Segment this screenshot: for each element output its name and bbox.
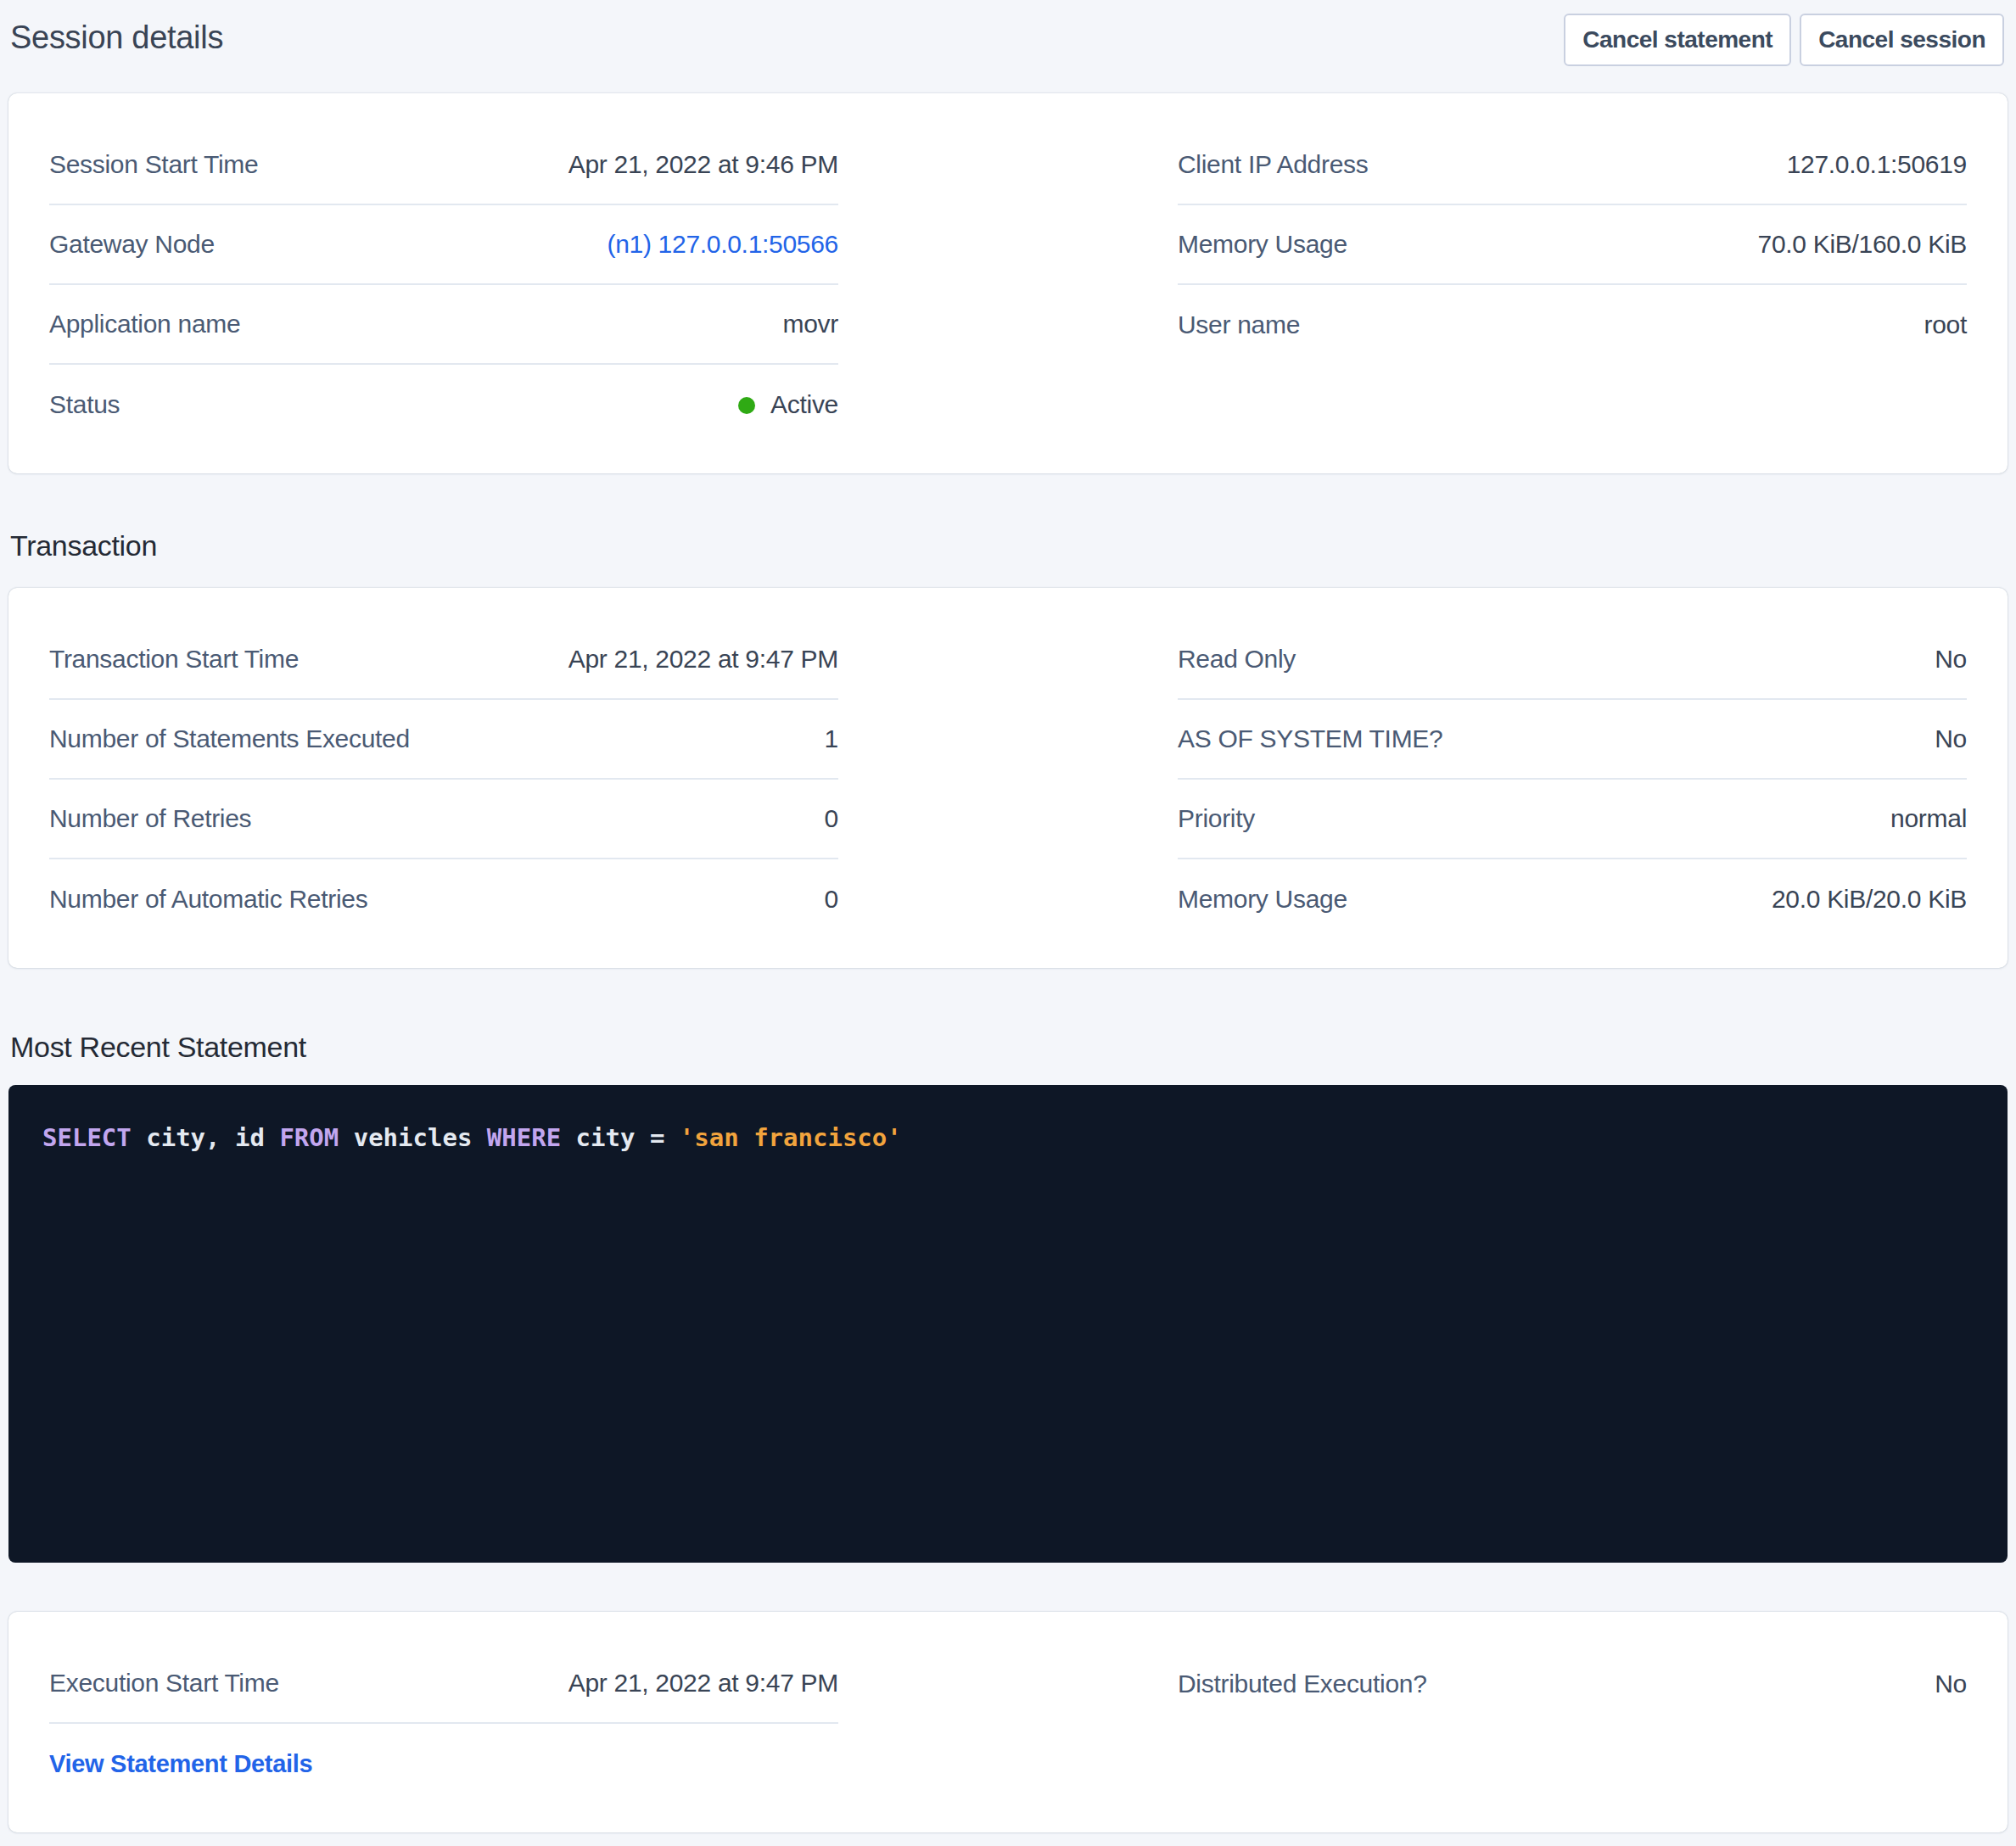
cancel-statement-button[interactable]: Cancel statement (1564, 14, 1791, 66)
summary-row: Session Start Time Apr 21, 2022 at 9:46 P… (49, 126, 838, 205)
row-value: Apr 21, 2022 at 9:47 PM (568, 1669, 838, 1698)
summary-row: AS OF SYSTEM TIME? No (1178, 700, 1967, 780)
row-value: No (1935, 724, 1967, 753)
row-label: AS OF SYSTEM TIME? (1178, 724, 1442, 753)
row-value: root (1924, 310, 1968, 339)
row-value: No (1935, 645, 1967, 674)
row-label: Client IP Address (1178, 150, 1368, 179)
summary-row: Memory Usage 20.0 KiB/20.0 KiB (1178, 859, 1967, 939)
cancel-session-button[interactable]: Cancel session (1800, 14, 2004, 66)
summary-row: Priority normal (1178, 780, 1967, 859)
row-value: 0 (825, 804, 838, 833)
sql-token-id: city = (561, 1123, 680, 1152)
row-label: Transaction Start Time (49, 645, 299, 674)
page-header: Session details Cancel statement Cancel … (8, 14, 2008, 66)
row-value: 127.0.0.1:50619 (1787, 150, 1967, 179)
session-card-right-column: Client IP Address 127.0.0.1:50619 Memory U… (1178, 126, 1967, 445)
transaction-card-right-column: Read Only No AS OF SYSTEM TIME? No Priority n… (1178, 620, 1967, 939)
session-card-grid: Session Start Time Apr 21, 2022 at 9:46 P… (8, 93, 2008, 473)
row-label: Memory Usage (1178, 885, 1347, 914)
summary-row: User name root (1178, 285, 1967, 365)
transaction-card-grid: Transaction Start Time Apr 21, 2022 at 9:… (8, 588, 2008, 968)
summary-row: Application name movr (49, 285, 838, 365)
session-details-page: Session details Cancel statement Cancel … (0, 0, 2016, 1832)
status-text: Active (770, 390, 838, 418)
row-value: Apr 21, 2022 at 9:46 PM (568, 150, 838, 179)
transaction-heading: Transaction (10, 529, 2008, 562)
row-label: Distributed Execution? (1178, 1670, 1427, 1698)
row-label: Read Only (1178, 645, 1296, 674)
row-label: Session Start Time (49, 150, 258, 179)
session-summary-card: Session Start Time Apr 21, 2022 at 9:46 P… (8, 93, 2008, 473)
sql-token-kw: FROM (279, 1123, 339, 1152)
sql-statement: SELECT city, id FROM vehicles WHERE city… (42, 1123, 902, 1152)
sql-token-id: vehicles (339, 1123, 487, 1152)
summary-row: Distributed Execution? No (1178, 1644, 1967, 1724)
row-value: Active (738, 390, 838, 419)
row-value: 20.0 KiB/20.0 KiB (1772, 885, 1967, 914)
session-card-left-column: Session Start Time Apr 21, 2022 at 9:46 P… (49, 126, 838, 445)
summary-row: View Statement Details (49, 1724, 838, 1804)
summary-row: Number of Retries 0 (49, 780, 838, 859)
row-label: Number of Statements Executed (49, 724, 410, 753)
summary-row: Read Only No (1178, 620, 1967, 700)
summary-row: Memory Usage 70.0 KiB/160.0 KiB (1178, 205, 1967, 285)
summary-row: Gateway Node (n1) 127.0.0.1:50566 (49, 205, 838, 285)
execution-card-right-column: Distributed Execution? No (1178, 1644, 1967, 1804)
sql-token-kw: WHERE (487, 1123, 561, 1152)
row-value: 70.0 KiB/160.0 KiB (1758, 230, 1967, 259)
gateway-node-link[interactable]: (n1) 127.0.0.1:50566 (607, 230, 838, 259)
execution-card-left-column: Execution Start Time Apr 21, 2022 at 9:47… (49, 1644, 838, 1804)
row-label: Execution Start Time (49, 1669, 279, 1698)
row-label: Status (49, 390, 120, 419)
view-statement-details-link[interactable]: View Statement Details (49, 1750, 312, 1778)
sql-token-id: city, id (132, 1123, 280, 1152)
row-label: Number of Retries (49, 804, 251, 833)
sql-token-kw: SELECT (42, 1123, 132, 1152)
row-label: Priority (1178, 804, 1255, 833)
summary-row: Client IP Address 127.0.0.1:50619 (1178, 126, 1967, 205)
summary-row: Execution Start Time Apr 21, 2022 at 9:47… (49, 1644, 838, 1724)
row-value: 1 (825, 724, 838, 753)
row-value: movr (783, 310, 838, 338)
page-title: Session details (10, 19, 223, 58)
row-label: User name (1178, 310, 1300, 339)
sql-statement-box: SELECT city, id FROM vehicles WHERE city… (8, 1085, 2008, 1563)
status-active-dot-icon (738, 397, 755, 414)
most-recent-statement-heading: Most Recent Statement (10, 1031, 2008, 1064)
row-value: normal (1890, 804, 1967, 833)
row-label: Gateway Node (49, 230, 215, 259)
execution-summary-card: Execution Start Time Apr 21, 2022 at 9:47… (8, 1612, 2008, 1832)
row-label: Application name (49, 310, 240, 338)
summary-row: Number of Statements Executed 1 (49, 700, 838, 780)
row-label: Number of Automatic Retries (49, 885, 367, 914)
transaction-card-left-column: Transaction Start Time Apr 21, 2022 at 9:… (49, 620, 838, 939)
summary-row: Transaction Start Time Apr 21, 2022 at 9:… (49, 620, 838, 700)
header-actions: Cancel statement Cancel session (1564, 14, 2004, 66)
row-value: 0 (825, 885, 838, 914)
row-label: Memory Usage (1178, 230, 1347, 259)
transaction-card: Transaction Start Time Apr 21, 2022 at 9:… (8, 588, 2008, 968)
execution-card-grid: Execution Start Time Apr 21, 2022 at 9:47… (8, 1612, 2008, 1832)
summary-row: Status Active (49, 365, 838, 445)
sql-token-str: 'san francisco' (680, 1123, 902, 1152)
row-value: Apr 21, 2022 at 9:47 PM (568, 645, 838, 674)
row-value: No (1935, 1670, 1967, 1698)
summary-row: Number of Automatic Retries 0 (49, 859, 838, 939)
